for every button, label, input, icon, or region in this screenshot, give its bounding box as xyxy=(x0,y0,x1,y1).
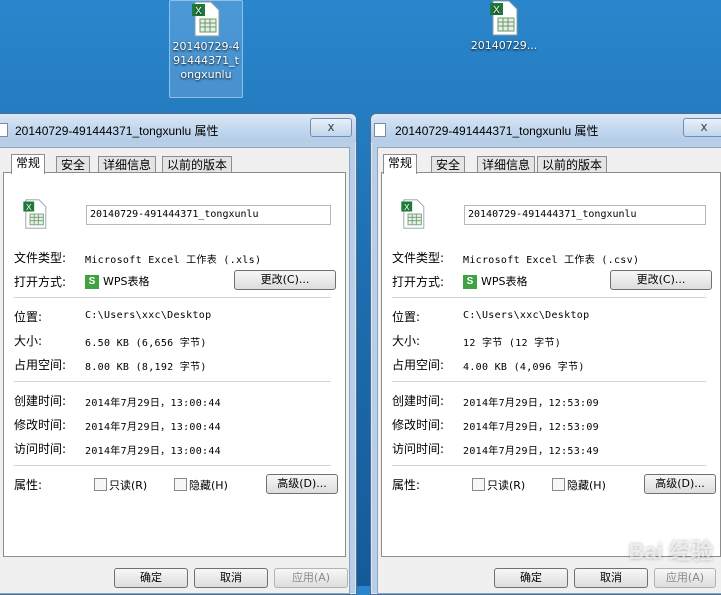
svg-text:X: X xyxy=(493,5,500,16)
window-title: 20140729-491444371_tongxunlu 属性 xyxy=(395,124,599,138)
tab-security[interactable]: 安全 xyxy=(56,156,91,173)
change-button[interactable]: 更改(C)... xyxy=(610,270,712,290)
created-label: 创建时间: xyxy=(14,394,67,408)
apply-button[interactable]: 应用(A) xyxy=(654,568,716,588)
title-bar[interactable]: 20140729-491444371_tongxunlu 属性 x xyxy=(0,114,356,142)
size-label: 大小: xyxy=(392,334,421,348)
cancel-button[interactable]: 取消 xyxy=(194,568,268,588)
accessed-label: 访问时间: xyxy=(392,442,445,456)
tab-previous-versions[interactable]: 以前的版本 xyxy=(162,156,233,173)
modified-label: 修改时间: xyxy=(14,418,67,432)
excel-file-icon: X xyxy=(401,199,425,229)
filename-input[interactable]: 20140729-491444371_tongxunlu xyxy=(464,205,706,225)
size-label: 大小: xyxy=(14,334,43,348)
modified-value: 2014年7月29日，13:00:44 xyxy=(85,422,222,433)
open-with-label: 打开方式: xyxy=(392,275,445,289)
cancel-button[interactable]: 取消 xyxy=(574,568,648,588)
size-value: 12 字节 (12 字节) xyxy=(463,338,562,349)
location-value: C:\Users\xxc\Desktop xyxy=(85,310,212,321)
modified-value: 2014年7月29日，12:53:09 xyxy=(463,422,600,433)
close-button[interactable]: x xyxy=(683,118,721,137)
tab-general[interactable]: 常规 xyxy=(383,154,418,174)
attributes-label: 属性: xyxy=(392,478,421,492)
file-icon xyxy=(0,123,8,137)
accessed-value: 2014年7月29日，13:00:44 xyxy=(85,446,222,457)
excel-file-icon: X xyxy=(490,0,518,36)
readonly-label[interactable]: 只读(R) xyxy=(487,477,525,493)
accessed-value: 2014年7月29日，12:53:49 xyxy=(463,446,600,457)
accessed-label: 访问时间: xyxy=(14,442,67,456)
close-button[interactable]: x xyxy=(310,118,352,137)
watermark: Bai 经验 xyxy=(628,539,713,564)
divider xyxy=(392,465,706,466)
properties-window-xls: 20140729-491444371_tongxunlu 属性 x 常规 安全 … xyxy=(0,113,357,595)
location-label: 位置: xyxy=(392,310,421,324)
modified-label: 修改时间: xyxy=(392,418,445,432)
desktop-icon-xls[interactable]: X 20140729-491444371_tongxunlu xyxy=(169,0,243,98)
divider xyxy=(14,381,331,382)
disk-size-label: 占用空间: xyxy=(392,358,445,372)
hidden-checkbox[interactable] xyxy=(174,478,187,491)
open-with-app: WPS表格 xyxy=(103,275,150,288)
wps-icon: S xyxy=(85,275,99,289)
file-icon xyxy=(374,123,386,137)
change-button[interactable]: 更改(C)... xyxy=(234,270,336,290)
title-bar[interactable]: 20140729-491444371_tongxunlu 属性 x xyxy=(371,114,721,142)
readonly-checkbox[interactable] xyxy=(472,478,485,491)
divider xyxy=(392,297,706,298)
hidden-label[interactable]: 隐藏(H) xyxy=(189,477,228,493)
readonly-label[interactable]: 只读(R) xyxy=(109,477,147,493)
created-value: 2014年7月29日，12:53:09 xyxy=(463,398,600,409)
hidden-checkbox[interactable] xyxy=(552,478,565,491)
svg-text:X: X xyxy=(404,202,410,212)
ok-button[interactable]: 确定 xyxy=(494,568,568,588)
dialog-body: 常规 安全 详细信息 以前的版本 X 20140729-491444371_to… xyxy=(0,147,350,594)
desktop-icon-label: 20140729... xyxy=(470,39,538,52)
tab-details[interactable]: 详细信息 xyxy=(477,156,536,173)
file-type-value: Microsoft Excel 工作表 (.xls) xyxy=(85,255,262,266)
dialog-body: 常规 安全 详细信息 以前的版本 X 20140729-491444371_to… xyxy=(377,147,721,594)
tab-details[interactable]: 详细信息 xyxy=(98,156,157,173)
wps-icon: S xyxy=(463,275,477,289)
ok-button[interactable]: 确定 xyxy=(114,568,188,588)
attributes-label: 属性: xyxy=(14,478,43,492)
general-panel: X 20140729-491444371_tongxunlu 文件类型: Mic… xyxy=(3,172,346,557)
readonly-checkbox[interactable] xyxy=(94,478,107,491)
file-type-label: 文件类型: xyxy=(14,251,67,265)
open-with-value: S WPS表格 xyxy=(85,273,150,289)
size-value: 6.50 KB (6,656 字节) xyxy=(85,338,207,349)
location-label: 位置: xyxy=(14,310,43,324)
filename-input[interactable]: 20140729-491444371_tongxunlu xyxy=(86,205,331,225)
file-type-label: 文件类型: xyxy=(392,251,445,265)
excel-file-icon: X xyxy=(23,199,47,229)
window-title: 20140729-491444371_tongxunlu 属性 xyxy=(15,124,219,138)
location-value: C:\Users\xxc\Desktop xyxy=(463,310,590,321)
tab-general[interactable]: 常规 xyxy=(11,154,46,174)
svg-text:X: X xyxy=(26,202,32,212)
advanced-button[interactable]: 高级(D)... xyxy=(644,474,716,494)
created-label: 创建时间: xyxy=(392,394,445,408)
advanced-button[interactable]: 高级(D)... xyxy=(266,474,338,494)
tab-security[interactable]: 安全 xyxy=(431,156,466,173)
desktop-icon-csv[interactable]: X 20140729... xyxy=(468,0,540,53)
general-panel: X 20140729-491444371_tongxunlu 文件类型: Mic… xyxy=(381,172,721,557)
open-with-value: S WPS表格 xyxy=(463,273,528,289)
desktop-icon-label: 20140729-491444371_tongxunlu xyxy=(172,40,240,81)
divider xyxy=(14,297,331,298)
file-type-value: Microsoft Excel 工作表 (.csv) xyxy=(463,255,640,266)
svg-text:X: X xyxy=(195,6,202,17)
open-with-app: WPS表格 xyxy=(481,275,528,288)
open-with-label: 打开方式: xyxy=(14,275,67,289)
disk-size-value: 4.00 KB (4,096 字节) xyxy=(463,362,585,373)
divider xyxy=(14,465,331,466)
divider xyxy=(392,381,706,382)
disk-size-label: 占用空间: xyxy=(14,358,67,372)
excel-file-icon: X xyxy=(192,1,220,37)
hidden-label[interactable]: 隐藏(H) xyxy=(567,477,606,493)
properties-window-csv: 20140729-491444371_tongxunlu 属性 x 常规 安全 … xyxy=(370,113,721,595)
created-value: 2014年7月29日，13:00:44 xyxy=(85,398,222,409)
tab-previous-versions[interactable]: 以前的版本 xyxy=(537,156,608,173)
disk-size-value: 8.00 KB (8,192 字节) xyxy=(85,362,207,373)
apply-button[interactable]: 应用(A) xyxy=(274,568,348,588)
